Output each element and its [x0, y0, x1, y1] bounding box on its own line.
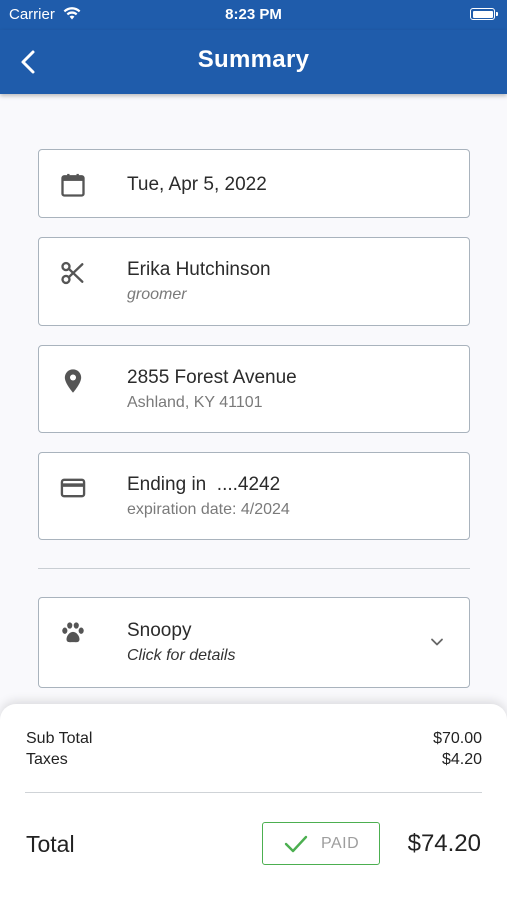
status-time: 8:23 PM — [225, 6, 282, 23]
check-icon — [284, 834, 308, 854]
calendar-icon — [59, 171, 87, 199]
location-pin-icon — [59, 367, 87, 395]
page-title: Summary — [197, 46, 310, 73]
credit-card-icon — [59, 474, 87, 502]
chevron-down-icon[interactable] — [429, 634, 445, 650]
section-divider — [38, 568, 470, 570]
subtotal-value: $70.00 — [433, 730, 482, 747]
pet-name: Snoopy — [127, 620, 192, 641]
taxes-label: Taxes — [26, 751, 68, 768]
address-line2: Ashland, KY 41101 — [127, 394, 263, 411]
totals-sheet: Sub Total $70.00 Taxes $4.20 Total PAID … — [0, 704, 507, 900]
address-line1: 2855 Forest Avenue — [127, 367, 297, 388]
battery-icon — [470, 8, 498, 20]
taxes-value: $4.20 — [441, 751, 482, 768]
pet-details-hint: Click for details — [127, 647, 236, 664]
groomer-name: Erika Hutchinson — [127, 259, 271, 280]
card-ending: Ending in ....4242 — [127, 474, 281, 495]
subtotal-label: Sub Total — [26, 730, 93, 747]
groomer-card[interactable]: Erika Hutchinson groomer — [38, 237, 470, 326]
total-label: Total — [26, 831, 75, 857]
date-card[interactable]: Tue, Apr 5, 2022 — [38, 149, 470, 218]
paid-label: PAID — [321, 835, 360, 852]
payment-card[interactable]: Ending in ....4242 expiration date: 4/20… — [38, 452, 470, 540]
status-bar: Carrier 8:23 PM — [0, 0, 507, 30]
appointment-date: Tue, Apr 5, 2022 — [127, 174, 267, 195]
paw-icon — [59, 619, 87, 647]
scissors-icon — [59, 259, 87, 287]
paid-badge: PAID — [262, 822, 380, 865]
address-card[interactable]: 2855 Forest Avenue Ashland, KY 41101 — [38, 345, 470, 433]
groomer-role: groomer — [127, 286, 187, 303]
totals-divider — [25, 792, 482, 794]
card-expiration: expiration date: 4/2024 — [127, 501, 290, 518]
nav-bar: Summary — [0, 30, 507, 94]
total-value: $74.20 — [407, 830, 481, 857]
pet-card[interactable]: Snoopy Click for details — [38, 597, 470, 688]
